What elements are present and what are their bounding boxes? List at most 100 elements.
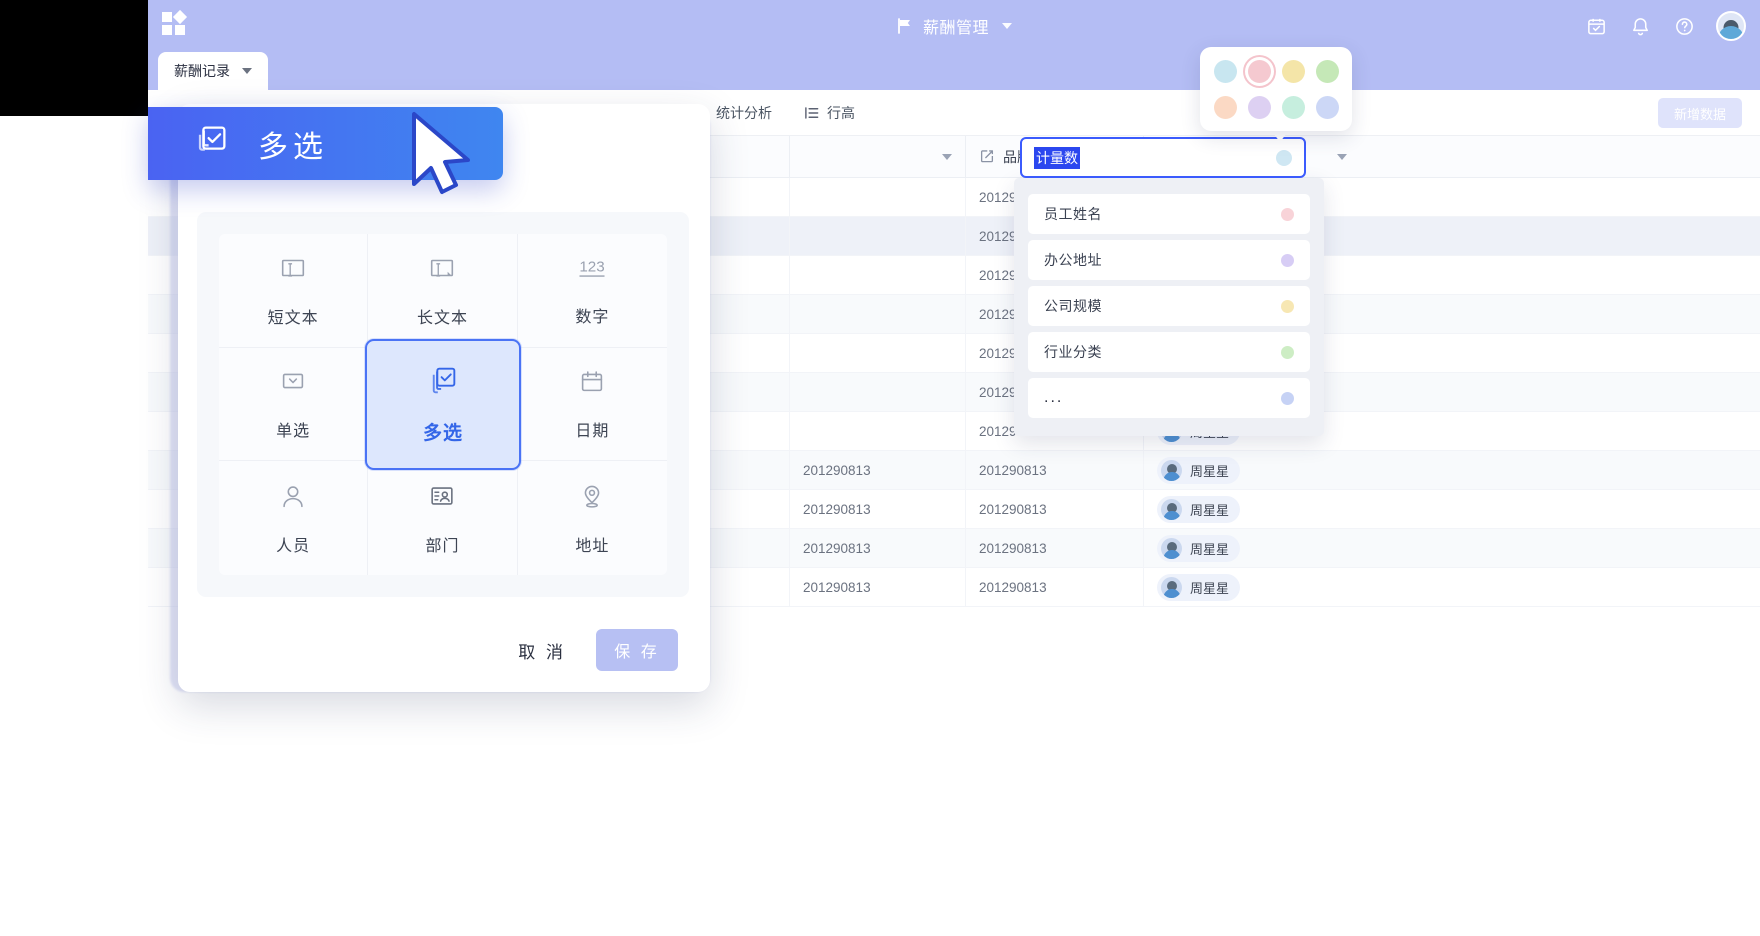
avatar xyxy=(1161,577,1182,598)
chevron-down-icon[interactable] xyxy=(242,68,252,74)
suggestion-item[interactable]: 公司规模 xyxy=(1028,286,1310,326)
table-cell[interactable]: 201290813 xyxy=(790,451,966,490)
palette-swatch[interactable] xyxy=(1247,59,1271,83)
suggestion-color-dot xyxy=(1281,253,1294,267)
table-cell[interactable]: 201290813 xyxy=(790,529,966,568)
table-cell[interactable]: 201290813 xyxy=(790,490,966,529)
field-type-option[interactable]: 单选 xyxy=(219,347,369,462)
field-type-label: 人员 xyxy=(276,537,311,555)
person-name: 周星星 xyxy=(1190,542,1230,557)
palette-swatch[interactable] xyxy=(1213,95,1237,119)
table-cell[interactable] xyxy=(790,178,966,217)
chevron-down-icon[interactable] xyxy=(1002,23,1012,29)
field-type-label: 单选 xyxy=(276,423,311,441)
column-name-value: 计量数 xyxy=(1034,146,1080,169)
row-height-icon xyxy=(804,105,820,121)
edit-box-icon xyxy=(979,148,995,167)
table-cell[interactable]: 201290813 xyxy=(790,568,966,607)
field-type-option[interactable]: 人员 xyxy=(219,461,369,575)
cancel-button[interactable]: 取 消 xyxy=(518,638,566,663)
suggestion-color-dot xyxy=(1281,391,1294,405)
field-type-label: 长文本 xyxy=(416,309,468,327)
toolbar-item-row-height[interactable]: 行高 xyxy=(788,103,871,123)
color-swatch[interactable] xyxy=(1276,149,1292,166)
toolbar-item-label: 统计分析 xyxy=(716,104,772,121)
field-type-option[interactable]: 地址 xyxy=(518,461,667,575)
table-cell[interactable] xyxy=(790,334,966,373)
field-type-option[interactable]: 部门 xyxy=(368,461,518,575)
help-icon[interactable] xyxy=(1672,14,1696,38)
person-name: 周星星 xyxy=(1190,464,1230,479)
app-window: 薪酬管理 薪酬记录 统计分析 行高 新增数据 品牌 201290813 2012… xyxy=(148,0,1760,936)
person-chip[interactable]: 周星星 xyxy=(1157,457,1241,484)
table-cell[interactable]: 201290813 xyxy=(966,529,1144,568)
long-text-icon xyxy=(427,253,457,288)
field-type-label: 多选 xyxy=(422,423,463,445)
table-cell[interactable]: 201290813 xyxy=(966,490,1144,529)
field-type-option[interactable]: 日期 xyxy=(517,348,667,462)
bell-icon[interactable] xyxy=(1628,14,1652,38)
field-type-option[interactable]: 短文本 xyxy=(219,234,369,348)
save-button[interactable]: 保 存 xyxy=(596,629,678,671)
palette-swatch[interactable] xyxy=(1247,95,1271,119)
palette-swatch[interactable] xyxy=(1281,95,1305,119)
location-pin-icon xyxy=(577,481,607,516)
tab-bar: 薪酬记录 xyxy=(148,52,1760,90)
table-cell[interactable] xyxy=(790,373,966,412)
table-cell-contact[interactable]: 周星星 xyxy=(1144,451,1360,490)
table-cell-contact[interactable]: 周星星 xyxy=(1144,568,1360,607)
single-select-icon xyxy=(278,366,308,401)
suggestion-label: 办公地址 xyxy=(1044,252,1102,268)
table-cell[interactable] xyxy=(790,217,966,256)
add-record-button[interactable]: 新增数据 xyxy=(1657,98,1742,128)
field-type-option[interactable]: 长文本 xyxy=(368,234,518,348)
table-cell[interactable] xyxy=(790,295,966,334)
person-chip[interactable]: 周星星 xyxy=(1157,574,1241,601)
field-type-grid: 短文本 长文本 123 数字单选 多选 日期人员 部门 地址 xyxy=(219,234,667,575)
svg-text:123: 123 xyxy=(580,258,605,275)
suggestion-color-dot xyxy=(1281,299,1294,313)
palette-swatch[interactable] xyxy=(1315,95,1339,119)
app-header: 薪酬管理 xyxy=(148,0,1760,52)
department-icon xyxy=(427,481,457,516)
suggestion-color-dot xyxy=(1281,207,1294,221)
suggestion-item[interactable]: 行业分类 xyxy=(1028,332,1310,372)
person-chip[interactable]: 周星星 xyxy=(1157,535,1241,562)
page-title[interactable]: 薪酬管理 xyxy=(148,0,1760,52)
suggestion-item[interactable]: ... xyxy=(1028,378,1310,418)
person-name: 周星星 xyxy=(1190,581,1230,596)
suggestion-color-dot xyxy=(1281,345,1294,359)
chevron-down-icon[interactable] xyxy=(1337,154,1347,160)
field-type-label: 短文本 xyxy=(267,309,319,327)
palette-swatch[interactable] xyxy=(1281,59,1305,83)
table-cell[interactable] xyxy=(790,256,966,295)
suggestion-item[interactable]: 员工姓名 xyxy=(1028,194,1310,234)
table-cell[interactable]: 201290813 xyxy=(966,568,1144,607)
chevron-down-icon[interactable] xyxy=(942,154,952,160)
callout-label: 多选 xyxy=(258,130,328,164)
avatar[interactable] xyxy=(1716,11,1746,41)
palette-swatch[interactable] xyxy=(1315,59,1339,83)
field-type-option[interactable]: 123 数字 xyxy=(517,234,667,348)
left-gutter-page xyxy=(0,116,148,936)
table-cell[interactable]: 201290813 xyxy=(966,451,1144,490)
calendar-check-icon[interactable] xyxy=(1584,14,1608,38)
field-type-label: 日期 xyxy=(575,423,610,441)
number-123-icon: 123 xyxy=(575,254,609,287)
person-chip[interactable]: 周星星 xyxy=(1157,496,1241,523)
table-cell-contact[interactable]: 周星星 xyxy=(1144,490,1360,529)
tab-salary-record[interactable]: 薪酬记录 xyxy=(158,52,268,90)
palette-swatch[interactable] xyxy=(1213,59,1237,83)
person-name: 周星星 xyxy=(1190,503,1230,518)
table-cell-contact[interactable]: 周星星 xyxy=(1144,529,1360,568)
column-name-input[interactable]: 计量数 xyxy=(1020,137,1306,178)
suggestion-label: ... xyxy=(1044,389,1064,406)
person-icon xyxy=(278,481,308,516)
suggestion-item[interactable]: 办公地址 xyxy=(1028,240,1310,280)
avatar xyxy=(1161,538,1182,559)
table-cell[interactable] xyxy=(790,412,966,451)
column-header-unnamed[interactable] xyxy=(790,136,966,178)
suggestion-label: 员工姓名 xyxy=(1044,206,1102,222)
field-type-option[interactable]: 多选 xyxy=(365,338,521,471)
avatar xyxy=(1161,499,1182,520)
